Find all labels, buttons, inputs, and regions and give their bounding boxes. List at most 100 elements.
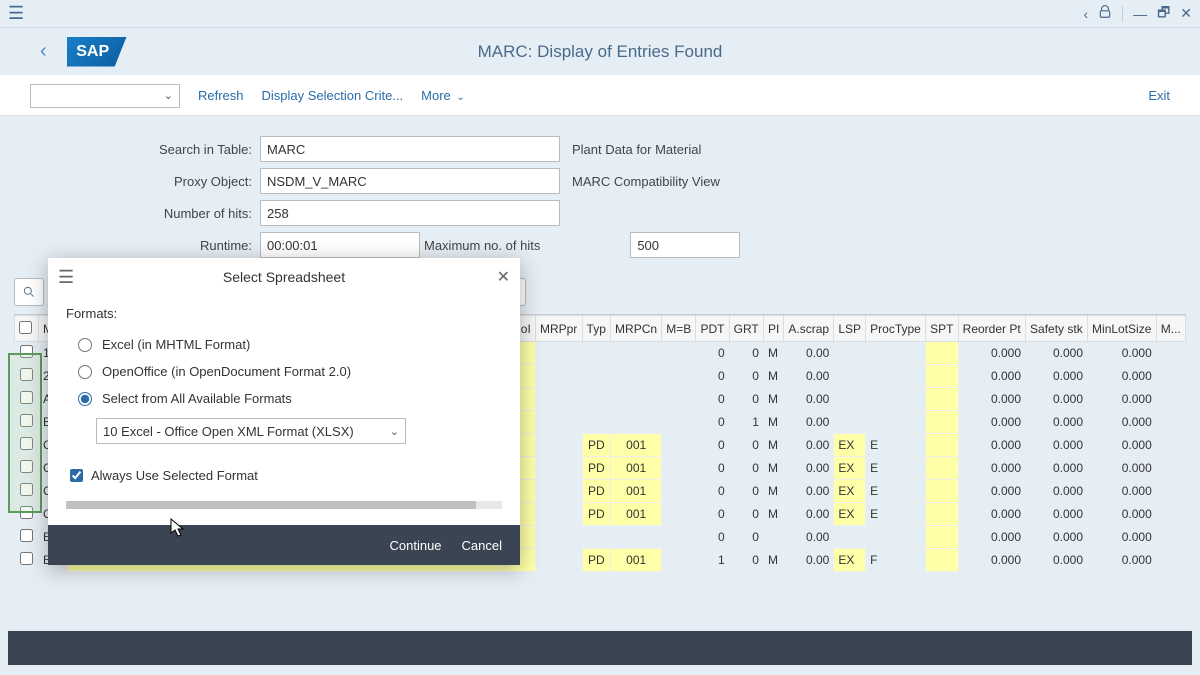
col-header[interactable]: SPT xyxy=(926,316,959,342)
exit-button[interactable]: Exit xyxy=(1148,88,1170,103)
cell-pdt: 0 xyxy=(696,480,729,503)
row-checkbox[interactable] xyxy=(20,414,33,427)
col-header[interactable]: GRT xyxy=(729,316,763,342)
page-title: MARC: Display of Entries Found xyxy=(478,42,723,62)
cell-mb xyxy=(662,526,696,549)
back-button[interactable]: ‹ xyxy=(40,40,47,63)
cell-mrppr xyxy=(535,411,582,434)
row-checkbox[interactable] xyxy=(20,483,33,496)
cell-typ xyxy=(582,342,610,365)
cell-trail xyxy=(1156,480,1185,503)
cancel-button[interactable]: Cancel xyxy=(462,538,502,553)
row-checkbox[interactable] xyxy=(20,391,33,404)
format-option-all[interactable]: Select from All Available Formats xyxy=(66,385,502,412)
lock-icon[interactable] xyxy=(1098,5,1112,22)
cell-trail xyxy=(1156,457,1185,480)
minimize-icon[interactable]: — xyxy=(1133,6,1147,22)
dialog-close-icon[interactable]: ✕ xyxy=(497,267,510,287)
cell-spt xyxy=(926,480,959,503)
cell-safetystk: 0.000 xyxy=(1026,388,1088,411)
select-all-header[interactable] xyxy=(15,316,39,342)
col-header[interactable]: MRPpr xyxy=(535,316,582,342)
prev-icon[interactable]: ‹ xyxy=(1083,6,1088,22)
cell-typ xyxy=(582,411,610,434)
radio-all-formats[interactable] xyxy=(78,392,92,406)
cell-pi: M xyxy=(763,365,783,388)
cell-minlotsize: 0.000 xyxy=(1088,342,1157,365)
always-use-checkbox[interactable] xyxy=(70,469,83,482)
cell-safetystk: 0.000 xyxy=(1026,549,1088,572)
col-header[interactable]: M... xyxy=(1156,316,1185,342)
cell-pdt: 0 xyxy=(696,388,729,411)
row-checkbox[interactable] xyxy=(20,368,33,381)
command-field[interactable]: ⌄ xyxy=(30,84,180,108)
format-option-mhtml[interactable]: Excel (in MHTML Format) xyxy=(66,331,502,358)
cell-lsp xyxy=(834,342,866,365)
col-header[interactable]: Safety stk xyxy=(1026,316,1088,342)
cell-grt: 0 xyxy=(729,434,763,457)
col-header[interactable]: ProcType xyxy=(866,316,926,342)
col-header[interactable]: A.scrap xyxy=(784,316,834,342)
col-header[interactable]: PI xyxy=(763,316,783,342)
cell-safetystk: 0.000 xyxy=(1026,434,1088,457)
always-use-format-row[interactable]: Always Use Selected Format xyxy=(66,450,502,489)
cell-safetystk: 0.000 xyxy=(1026,342,1088,365)
cell-grt: 0 xyxy=(729,388,763,411)
cell-pi: M xyxy=(763,480,783,503)
max-hits-input[interactable] xyxy=(630,232,740,258)
refresh-button[interactable]: Refresh xyxy=(198,88,244,103)
format-select[interactable]: 10 Excel - Office Open XML Format (XLSX)… xyxy=(96,418,406,444)
row-checkbox[interactable] xyxy=(20,506,33,519)
col-header[interactable]: Reorder Pt xyxy=(958,316,1025,342)
cell-mb xyxy=(662,411,696,434)
select-all-checkbox[interactable] xyxy=(19,321,32,334)
col-header[interactable]: PDT xyxy=(696,316,729,342)
col-header[interactable]: MRPCn xyxy=(611,316,662,342)
row-checkbox[interactable] xyxy=(20,345,33,358)
cell-grt: 1 xyxy=(729,411,763,434)
col-header[interactable]: LSP xyxy=(834,316,866,342)
cell-safetystk: 0.000 xyxy=(1026,411,1088,434)
col-header[interactable]: MinLotSize xyxy=(1088,316,1157,342)
more-button[interactable]: More ⌄ xyxy=(421,88,465,103)
col-header[interactable]: Typ xyxy=(582,316,610,342)
radio-openoffice[interactable] xyxy=(78,365,92,379)
cell-pi: M xyxy=(763,549,783,572)
format-option-openoffice[interactable]: OpenOffice (in OpenDocument Format 2.0) xyxy=(66,358,502,385)
row-checkbox[interactable] xyxy=(20,437,33,450)
search-table-input[interactable] xyxy=(260,136,560,162)
cell-typ: PD xyxy=(582,549,610,572)
cell-lsp xyxy=(834,388,866,411)
radio-mhtml[interactable] xyxy=(78,338,92,352)
close-window-icon[interactable]: ✕ xyxy=(1180,5,1192,22)
dialog-scrollbar[interactable] xyxy=(66,501,502,509)
runtime-input[interactable] xyxy=(260,232,420,258)
proxy-object-label: Proxy Object: xyxy=(20,174,260,189)
cell-pi: M xyxy=(763,411,783,434)
dialog-menu-icon[interactable]: ☰ xyxy=(58,267,74,288)
row-checkbox[interactable] xyxy=(20,529,33,542)
cell-typ: PD xyxy=(582,457,610,480)
cell-trail xyxy=(1156,503,1185,526)
form-area: Search in Table: Plant Data for Material… xyxy=(0,116,1200,274)
hits-input[interactable] xyxy=(260,200,560,226)
menu-icon[interactable]: ☰ xyxy=(8,3,24,24)
cell-minlotsize: 0.000 xyxy=(1088,434,1157,457)
row-checkbox[interactable] xyxy=(20,552,33,565)
maximize-icon[interactable]: 🗗 xyxy=(1157,2,1170,26)
cell-trail xyxy=(1156,434,1185,457)
formats-label: Formats: xyxy=(66,306,502,321)
cell-lsp: EX xyxy=(834,549,866,572)
cell-minlotsize: 0.000 xyxy=(1088,365,1157,388)
zoom-icon-button[interactable] xyxy=(14,278,44,306)
display-selection-button[interactable]: Display Selection Crite... xyxy=(262,88,404,103)
col-header[interactable]: M=B xyxy=(662,316,696,342)
dialog-title: Select Spreadsheet xyxy=(223,269,345,285)
radio-label: Excel (in MHTML Format) xyxy=(102,337,250,352)
proxy-object-input[interactable] xyxy=(260,168,560,194)
continue-button[interactable]: Continue xyxy=(389,538,441,553)
row-checkbox[interactable] xyxy=(20,460,33,473)
dialog-scroll-thumb[interactable] xyxy=(66,501,476,509)
cell-pdt: 0 xyxy=(696,365,729,388)
cell-lsp xyxy=(834,411,866,434)
